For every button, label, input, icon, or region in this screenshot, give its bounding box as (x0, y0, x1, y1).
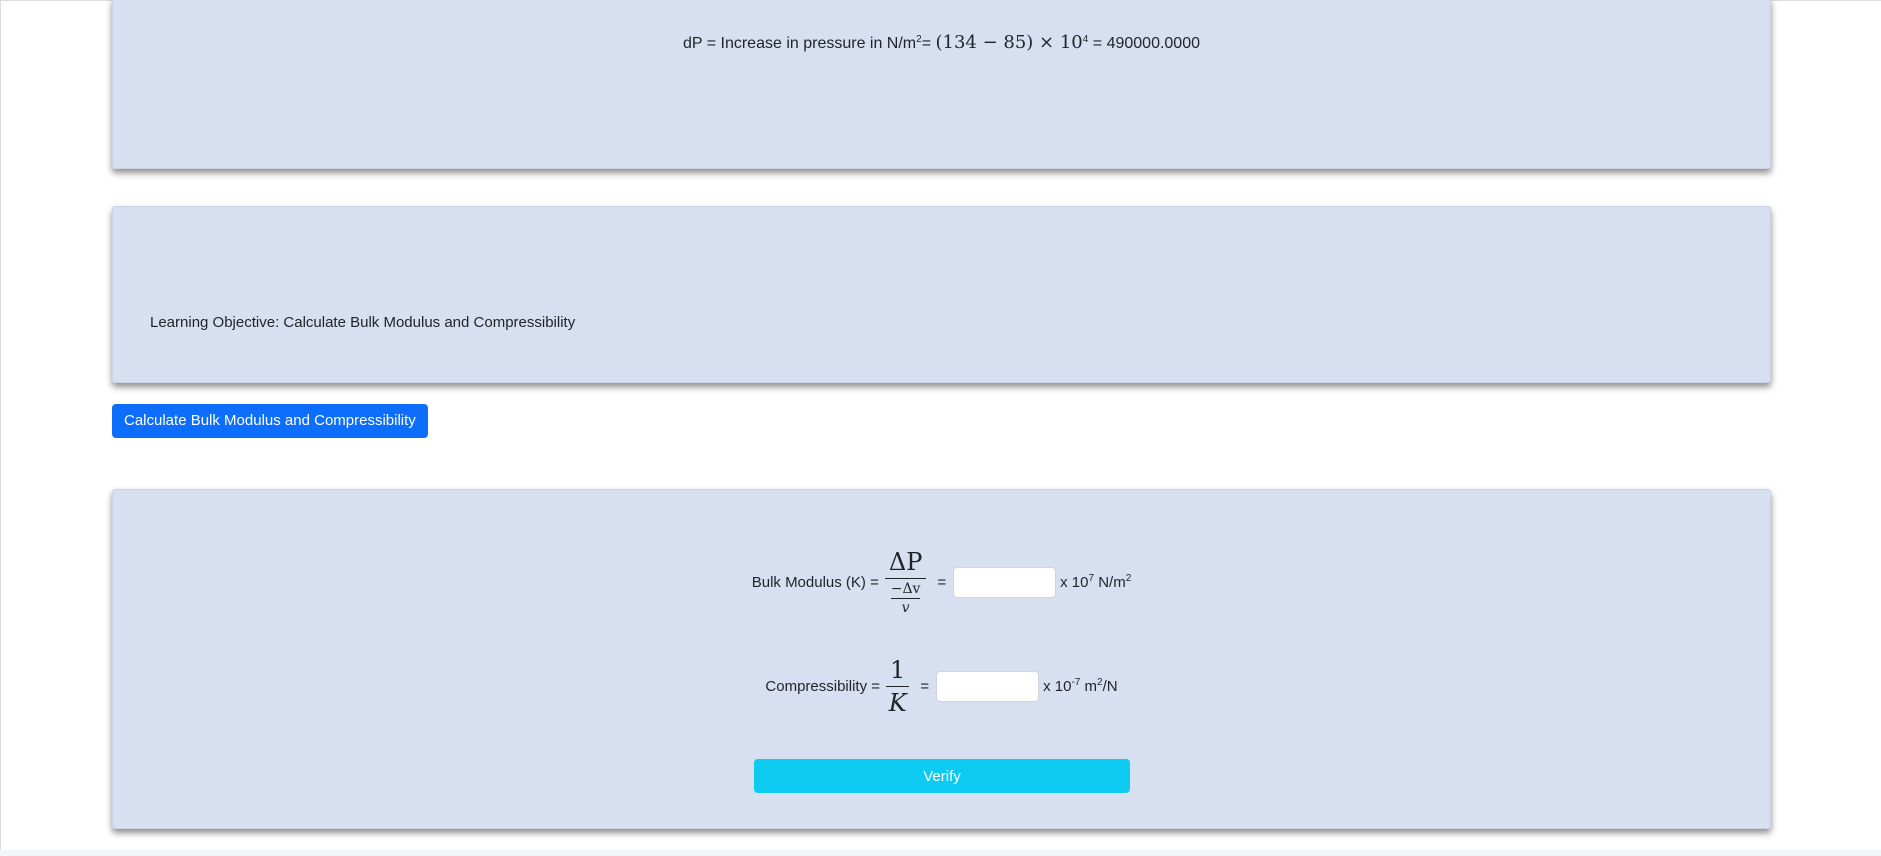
compressibility-numerator: 1 (890, 655, 906, 684)
bulk-modulus-label: Bulk Modulus (K) = (751, 573, 879, 591)
pressure-expression: (134 − 85) × 10 (935, 32, 1083, 53)
compressibility-denominator: K (888, 688, 907, 717)
learning-objective-text: Learning Objective: Calculate Bulk Modul… (150, 314, 576, 331)
volume-strain-fraction: −Δv v (890, 581, 921, 616)
page: dP = Increase in pressure in N/m2= (134 … (0, 0, 1881, 850)
learning-objective-card: Learning Objective: Calculate Bulk Modul… (112, 206, 1771, 383)
fraction-bar (890, 598, 921, 599)
volume-change: −Δv (890, 581, 921, 597)
bulk-modulus-unit: x 107 N/m2 (1060, 572, 1132, 591)
pressure-eq-sign: = (921, 35, 932, 52)
bulk-modulus-fraction: ΔP −Δv v (884, 548, 927, 616)
compressibility-row: Compressibility = 1 K = x 10-7 m2/N (113, 655, 1770, 717)
compressibility-equals: = (920, 677, 930, 695)
compressibility-input[interactable] (936, 670, 1040, 702)
bulk-modulus-numerator: ΔP (888, 548, 923, 576)
bulk-modulus-denominator: −Δv v (890, 581, 921, 616)
calculation-card: Bulk Modulus (K) = ΔP −Δv v = x 107 N/m2… (112, 489, 1771, 829)
calculate-bulk-modulus-button[interactable]: Calculate Bulk Modulus and Compressibili… (112, 404, 428, 438)
compressibility-label: Compressibility = (765, 677, 881, 695)
pressure-expression-exponent: 4 (1082, 34, 1089, 45)
pressure-label: dP = Increase in pressure in N/m (682, 35, 917, 52)
fraction-bar (886, 685, 910, 687)
bulk-modulus-equals: = (937, 573, 947, 591)
bulk-modulus-row: Bulk Modulus (K) = ΔP −Δv v = x 107 N/m2 (113, 542, 1770, 622)
compressibility-unit: x 10-7 m2/N (1043, 676, 1118, 695)
verify-button[interactable]: Verify (754, 759, 1130, 793)
volume: v (901, 600, 910, 616)
fraction-bar (884, 578, 927, 579)
pressure-result-card: dP = Increase in pressure in N/m2= (134 … (112, 0, 1771, 169)
pressure-result: = 490000.0000 (1092, 35, 1200, 52)
pressure-equation: dP = Increase in pressure in N/m2= (134 … (113, 28, 1770, 59)
bulk-modulus-input[interactable] (953, 566, 1057, 598)
compressibility-fraction: 1 K (886, 655, 910, 717)
